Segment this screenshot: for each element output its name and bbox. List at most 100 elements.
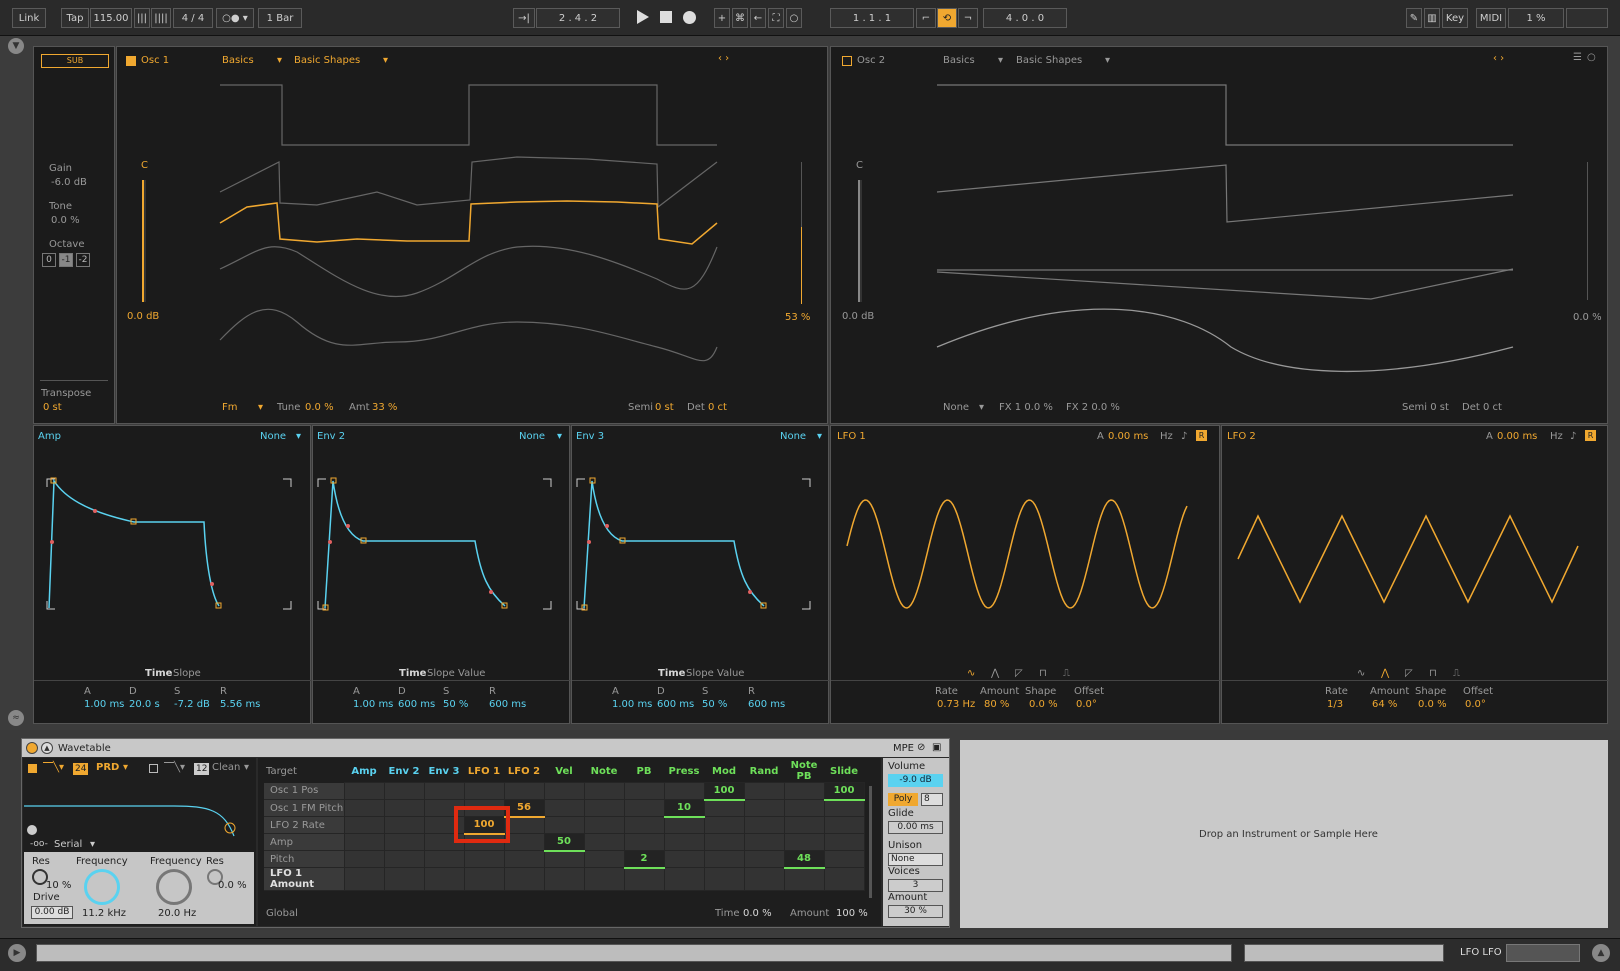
lfo1-shape-sine-icon[interactable]: ∿ (967, 668, 975, 679)
env3-tab-value[interactable]: Value (717, 668, 744, 679)
matrix-cell[interactable] (343, 850, 385, 868)
filter1-slope-badge[interactable]: 24 (73, 763, 89, 775)
matrix-cell[interactable] (543, 799, 585, 817)
matrix-cell[interactable] (383, 867, 425, 891)
env3-sustain-value[interactable]: 50 % (702, 699, 727, 710)
lfo2-shape-random-icon[interactable]: ⎍ (1453, 668, 1460, 679)
filter1-type-select[interactable]: PRD (96, 762, 119, 773)
status-settings-icon[interactable]: ▲ (1592, 944, 1610, 962)
unison-select[interactable]: None (888, 853, 943, 866)
draw-mode-icon[interactable]: ✎ (1406, 8, 1422, 28)
poly-button[interactable]: Poly (888, 793, 918, 806)
automation-arm-icon[interactable]: ⌘ (732, 8, 748, 28)
frequency-knob[interactable] (84, 869, 120, 905)
glide-field[interactable]: 0.00 ms (888, 821, 943, 834)
matrix-cell[interactable] (743, 850, 785, 868)
filter1-enable-toggle[interactable] (28, 764, 37, 773)
matrix-cell[interactable] (503, 833, 545, 851)
lfo2-shape-square-icon[interactable]: ⊓ (1429, 668, 1437, 679)
matrix-cell[interactable] (583, 782, 625, 800)
octave-minus1-button[interactable]: -1 (59, 253, 73, 267)
env2-release-value[interactable]: 600 ms (489, 699, 526, 710)
punch-in-icon[interactable]: ⌐ (916, 8, 936, 28)
env3-attack-value[interactable]: 1.00 ms (612, 699, 652, 710)
sub-badge[interactable]: SUB (41, 54, 109, 68)
filter2-type-select[interactable]: Clean (212, 762, 240, 773)
matrix-cell[interactable] (343, 799, 385, 817)
matrix-cell[interactable] (783, 816, 825, 834)
lfo2-offset-value[interactable]: 0.0° (1465, 699, 1486, 710)
midi-map-button[interactable]: MIDI (1476, 8, 1506, 28)
computer-keyboard-icon[interactable]: ▥ (1424, 8, 1440, 28)
matrix-cell[interactable] (463, 867, 505, 891)
matrix-cell[interactable] (383, 850, 425, 868)
time-signature[interactable]: 4 / 4 (173, 8, 213, 28)
record-icon[interactable] (683, 11, 696, 24)
matrix-cell[interactable] (823, 799, 865, 817)
amp-env-tab-time[interactable]: Time (145, 668, 172, 679)
matrix-cell[interactable] (823, 816, 865, 834)
matrix-cell[interactable] (743, 782, 785, 800)
capture-icon[interactable]: ⛶ (768, 8, 784, 28)
nudge-up-icon[interactable]: |||| (151, 8, 171, 28)
clip-view-toggle-icon[interactable]: ≈ (8, 710, 24, 726)
lfo2-rate-value[interactable]: 1/3 (1327, 699, 1343, 710)
loop-start-field[interactable]: 1 . 1 . 1 (830, 8, 914, 28)
mpe-label[interactable]: MPE (893, 743, 914, 754)
matrix-cell[interactable] (383, 816, 425, 834)
matrix-cell[interactable]: 100 (823, 782, 865, 801)
env2-attack-value[interactable]: 1.00 ms (353, 699, 393, 710)
matrix-cell[interactable] (743, 833, 785, 851)
amp-env-tab-slope[interactable]: Slope (173, 668, 201, 679)
transpose-value[interactable]: 0 st (43, 402, 62, 413)
env3-decay-value[interactable]: 600 ms (657, 699, 694, 710)
session-record-icon[interactable]: ○ (786, 8, 802, 28)
device-expand-icon[interactable]: ▲ (41, 742, 53, 754)
filter2-shape-icon[interactable]: ⎺╲▾ (164, 762, 185, 773)
matrix-cell[interactable] (503, 867, 545, 891)
matrix-cell[interactable] (703, 850, 745, 868)
lfo1-shape-triangle-icon[interactable]: ⋀ (991, 668, 999, 679)
tempo-field[interactable]: 115.00 (90, 8, 132, 28)
lfo2-amount-value[interactable]: 64 % (1372, 699, 1397, 710)
save-preset-icon[interactable]: ▣ (932, 742, 941, 753)
frequency2-knob[interactable] (156, 869, 192, 905)
matrix-target-name[interactable]: LFO 1 Amount (264, 867, 344, 891)
matrix-cell[interactable] (663, 867, 705, 891)
matrix-cell[interactable] (583, 816, 625, 834)
amp-env-decay-value[interactable]: 20.0 s (129, 699, 160, 710)
matrix-cell[interactable] (503, 850, 545, 868)
matrix-cell[interactable] (783, 799, 825, 817)
amp-env-attack-value[interactable]: 1.00 ms (84, 699, 124, 710)
env3-release-value[interactable]: 600 ms (748, 699, 785, 710)
matrix-cell[interactable] (623, 782, 665, 800)
song-position[interactable]: 2 . 4 . 2 (536, 8, 620, 28)
matrix-cell[interactable]: 10 (663, 799, 705, 818)
env3-tab-time[interactable]: Time (658, 668, 685, 679)
matrix-cell[interactable] (423, 782, 465, 800)
matrix-cell[interactable] (383, 782, 425, 800)
device-view-toggle-icon[interactable]: ▼ (8, 38, 24, 54)
matrix-cell[interactable] (583, 833, 625, 851)
octave-minus2-button[interactable]: -2 (76, 253, 90, 267)
back-to-arrangement-icon[interactable]: ← (750, 8, 766, 28)
unison-amount-field[interactable]: 30 % (888, 905, 943, 918)
matrix-cell[interactable] (423, 850, 465, 868)
lfo2-shape-value[interactable]: 0.0 % (1418, 699, 1447, 710)
chevron-down-icon[interactable]: ▾ (90, 839, 95, 850)
frequency-value[interactable]: 11.2 kHz (82, 908, 126, 919)
matrix-cell[interactable] (583, 867, 625, 891)
env2-tab-time[interactable]: Time (399, 668, 426, 679)
matrix-cell[interactable] (823, 850, 865, 868)
matrix-cell[interactable] (503, 782, 545, 800)
matrix-cell[interactable] (663, 833, 705, 851)
matrix-cell[interactable] (743, 867, 785, 891)
lfo1-amount-value[interactable]: 80 % (984, 699, 1009, 710)
matrix-cell[interactable] (383, 799, 425, 817)
env2-decay-value[interactable]: 600 ms (398, 699, 435, 710)
key-map-button[interactable]: Key (1442, 8, 1468, 28)
poly-voices-select[interactable]: 8 (921, 793, 943, 806)
matrix-cell[interactable] (543, 782, 585, 800)
matrix-cell[interactable] (663, 850, 705, 868)
matrix-cell[interactable] (623, 833, 665, 851)
